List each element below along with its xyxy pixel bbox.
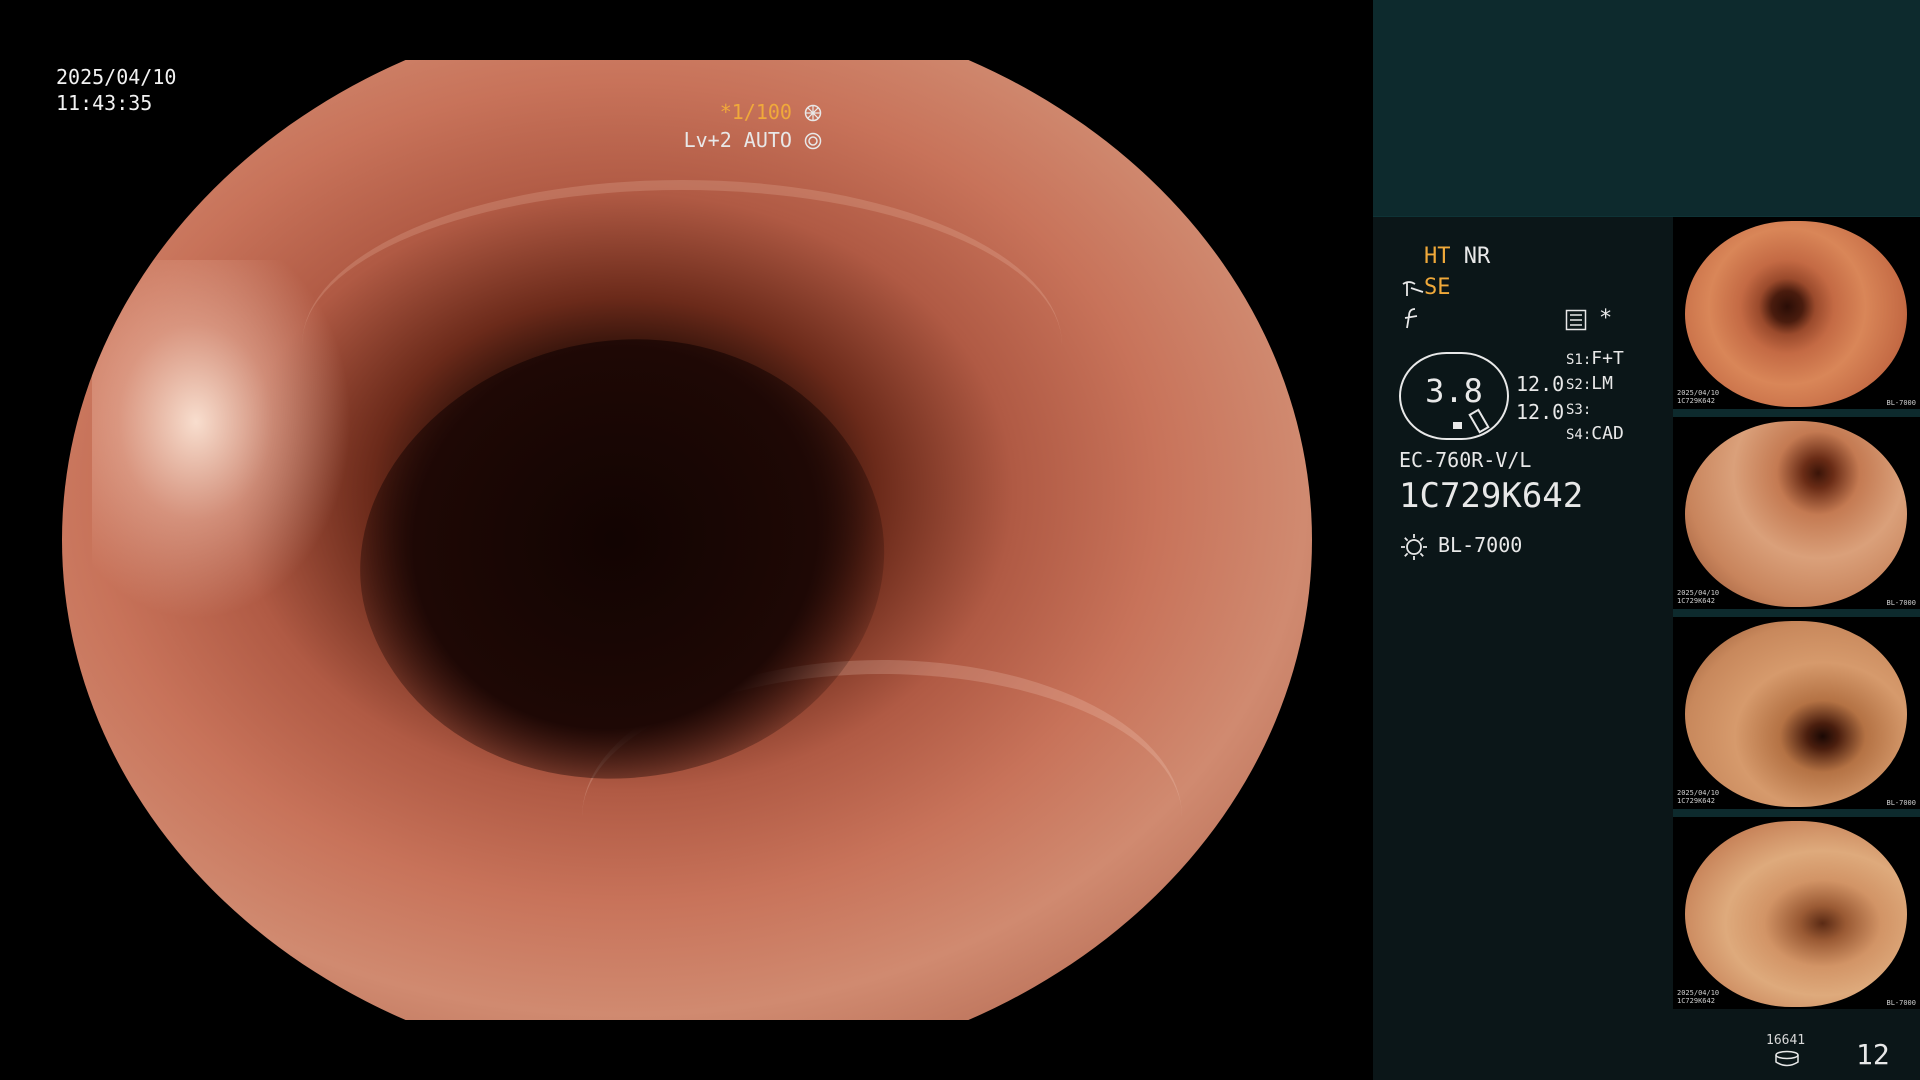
thumbnail-stamp-right: BL-7000 — [1886, 399, 1916, 407]
auto-iris-icon — [804, 128, 822, 152]
thumbnail-stamp-right: BL-7000 — [1886, 799, 1916, 807]
gauge-marker — [1453, 422, 1462, 429]
date-text: 2025/04/10 — [56, 65, 177, 89]
image-count: 12 — [1856, 1038, 1890, 1071]
star-indicator: * — [1599, 306, 1613, 331]
info-panel: HT NR SE * 3.8 12.0 12.0 S1:F+T S2:LM S3… — [1373, 0, 1920, 1080]
thumbnail-image — [1685, 421, 1907, 607]
thumbnail-2[interactable]: 2025/04/10 1C729K642 BL-7000 — [1673, 417, 1920, 609]
shutter-dial-icon — [804, 100, 822, 124]
gauge-needle — [1468, 408, 1490, 434]
time-text: 11:43:35 — [56, 91, 153, 115]
thumbnail-stamp-right: BL-7000 — [1886, 599, 1916, 607]
storage-count: 16641 — [1766, 1033, 1806, 1048]
light-source: BL-7000 — [1438, 533, 1523, 557]
thumbnail-image — [1685, 621, 1907, 807]
panel-header-area — [1373, 0, 1920, 217]
thumbnail-stamp: 2025/04/10 1C729K642 — [1677, 789, 1720, 805]
gauge-value: 3.8 — [1425, 372, 1483, 410]
brightness-level: Lv+2 AUTO — [683, 128, 792, 152]
nr-mode: NR — [1463, 244, 1491, 269]
thumbnail-image — [1685, 221, 1907, 407]
exposure-info: *1/100 Lv+2 AUTO — [684, 98, 822, 154]
thumbnail-1[interactable]: 2025/04/10 1C729K642 BL-7000 — [1673, 217, 1920, 409]
thumbnail-stamp: 2025/04/10 1C729K642 — [1677, 989, 1720, 1005]
thumbnail-image — [1685, 821, 1907, 1007]
gauge-right-2: 12.0 — [1516, 400, 1565, 424]
shutter-speed: *1/100 — [719, 100, 792, 124]
ht-mode: HT — [1424, 244, 1451, 269]
zoom-gauge: 3.8 — [1399, 352, 1509, 440]
thumbnail-stamp: 2025/04/10 1C729K642 — [1677, 389, 1720, 405]
gauge-right-1: 12.0 — [1516, 372, 1565, 396]
scope-serial: 1C729K642 — [1399, 476, 1584, 516]
endoscope-live-view: 2025/04/10 11:43:35 *1/100 Lv+2 AUTO — [0, 0, 1372, 1080]
thumbnail-4[interactable]: 2025/04/10 1C729K642 BL-7000 — [1673, 817, 1920, 1009]
thumbnail-divider — [1673, 409, 1920, 417]
endoscopic-image — [62, 60, 1312, 1020]
date-time-stamp: 2025/04/10 11:43:35 — [56, 64, 176, 116]
thumbnail-divider — [1673, 609, 1920, 617]
switch-s1: S1:F+T — [1566, 348, 1624, 369]
switch-s2: S2:LM — [1566, 373, 1613, 394]
se-mode: SE — [1424, 275, 1451, 300]
mode-row: HT NR — [1424, 244, 1490, 269]
thumbnail-stamp: 2025/04/10 1C729K642 — [1677, 589, 1720, 605]
scope-model: EC-760R-V/L — [1399, 448, 1532, 472]
thumbnail-stamp-right: BL-7000 — [1886, 999, 1916, 1007]
switch-s4: S4:CAD — [1566, 423, 1624, 444]
switch-s3: S3: — [1566, 402, 1592, 418]
thumbnail-3[interactable]: 2025/04/10 1C729K642 BL-7000 — [1673, 617, 1920, 809]
thumbnail-divider — [1673, 809, 1920, 817]
